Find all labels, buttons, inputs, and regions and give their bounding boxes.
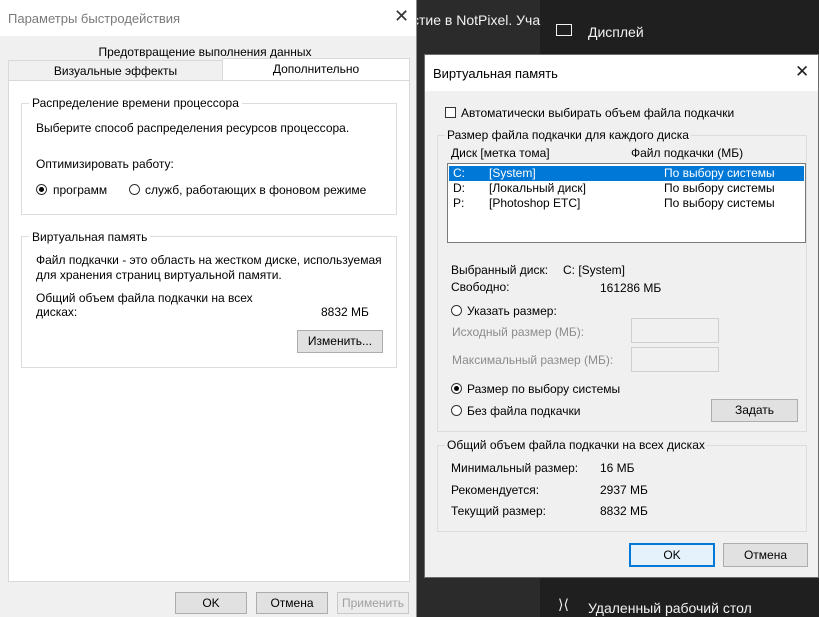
performance-options-dialog: Параметры быстродействия ✕ Предотвращени… — [0, 0, 417, 617]
cpu-group-title: Распределение времени процессора — [29, 96, 242, 110]
cpu-description: Выберите способ распределения ресурсов п… — [36, 121, 350, 135]
vm-description: Файл подкачки - это область на жестком д… — [36, 253, 382, 282]
settings-item-remote-desktop[interactable]: Удаленный рабочий стол — [588, 600, 752, 616]
optimize-label: Оптимизировать работу: — [36, 157, 174, 171]
col-size-header: Файл подкачки (МБ) — [631, 146, 744, 160]
drive-size: По выбору системы — [664, 181, 775, 195]
drive-label: [Локальный диск] — [489, 181, 586, 195]
radio-no-paging[interactable] — [451, 405, 462, 416]
radio-custom-size-label[interactable]: Указать размер: — [467, 304, 557, 318]
min-size-label: Минимальный размер: — [451, 461, 579, 475]
close-icon[interactable]: ✕ — [795, 62, 809, 82]
selected-disk-label: Выбранный диск: — [451, 263, 549, 277]
min-size-value: 16 МБ — [600, 461, 635, 475]
recommended-label: Рекомендуется: — [451, 483, 540, 497]
col-disk-header: Диск [метка тома] — [451, 146, 550, 160]
settings-item-display[interactable]: Дисплей — [588, 24, 644, 40]
perf-apply-button[interactable]: Применить — [337, 592, 409, 614]
vm-cancel-button[interactable]: Отмена — [723, 543, 808, 567]
auto-manage-checkbox[interactable] — [445, 107, 456, 118]
vm-group-title: Виртуальная память — [29, 230, 151, 244]
free-value: 161286 МБ — [600, 281, 662, 295]
initial-size-input[interactable] — [631, 318, 719, 343]
browser-tab-text: стие в NotPixel. Уча — [412, 12, 541, 28]
drive-letter: C: — [453, 166, 465, 180]
radio-system-managed-label[interactable]: Размер по выбору системы — [467, 382, 620, 396]
perf-ok-button[interactable]: OK — [175, 592, 247, 614]
close-icon[interactable]: ✕ — [394, 6, 409, 27]
per-disk-title: Размер файла подкачки для каждого диска — [445, 128, 691, 142]
free-label: Свободно: — [451, 280, 510, 294]
vm-total-value: 8832 МБ — [321, 305, 369, 319]
drive-row-d[interactable]: D: [Локальный диск] По выбору системы — [449, 181, 804, 196]
remote-desktop-icon: ⟩⟨ — [558, 596, 569, 612]
tab-visual-effects[interactable]: Визуальные эффекты — [8, 60, 223, 82]
radio-programs-label[interactable]: программ — [53, 183, 107, 197]
advanced-panel: Распределение времени процессора Выберит… — [8, 80, 410, 582]
perf-cancel-button[interactable]: Отмена — [256, 592, 328, 614]
max-size-label: Максимальный размер (МБ): — [452, 353, 614, 367]
display-icon — [556, 24, 572, 36]
selected-disk-value: C: [System] — [563, 263, 626, 277]
perf-titlebar: Параметры быстродействия ✕ — [0, 0, 416, 36]
radio-no-paging-label[interactable]: Без файла подкачки — [467, 404, 580, 418]
recommended-value: 2937 МБ — [600, 483, 648, 497]
drive-letter: P: — [453, 196, 465, 210]
perf-title: Параметры быстродействия — [8, 11, 181, 26]
virtual-memory-dialog: Виртуальная память ✕ Автоматически выбир… — [424, 54, 819, 578]
radio-custom-size[interactable] — [451, 305, 462, 316]
drive-label: [Photoshop ETC] — [489, 196, 581, 210]
drive-label: [System] — [489, 166, 536, 180]
drive-size: По выбору системы — [664, 196, 775, 210]
radio-background-services[interactable] — [129, 184, 140, 195]
vm-ok-button[interactable]: OK — [629, 543, 715, 567]
current-size-label: Текущий размер: — [451, 504, 546, 518]
drive-row-c[interactable]: C: [System] По выбору системы — [449, 166, 804, 181]
drive-letter: D: — [453, 181, 465, 195]
vm-total-label: Общий объем файла подкачки на всех диска… — [36, 291, 253, 319]
current-size-value: 8832 МБ — [600, 504, 648, 518]
change-button[interactable]: Изменить... — [297, 330, 383, 353]
radio-programs[interactable] — [36, 184, 47, 195]
drive-list[interactable]: C: [System] По выбору системы D: [Локаль… — [447, 163, 806, 243]
tab-advanced[interactable]: Дополнительно — [222, 58, 410, 81]
vm-titlebar: Виртуальная память ✕ — [425, 55, 818, 91]
drive-row-p[interactable]: P: [Photoshop ETC] По выбору системы — [449, 196, 804, 211]
drive-size: По выбору системы — [664, 166, 775, 180]
set-button[interactable]: Задать — [711, 399, 798, 422]
radio-background-services-label[interactable]: служб, работающих в фоновом режиме — [145, 183, 366, 197]
vm-dialog-title: Виртуальная память — [433, 66, 558, 81]
totals-title: Общий объем файла подкачки на всех диска… — [445, 438, 707, 452]
initial-size-label: Исходный размер (МБ): — [452, 325, 585, 339]
max-size-input[interactable] — [631, 347, 719, 372]
auto-manage-label[interactable]: Автоматически выбирать объем файла подка… — [461, 106, 734, 120]
radio-system-managed[interactable] — [451, 383, 462, 394]
